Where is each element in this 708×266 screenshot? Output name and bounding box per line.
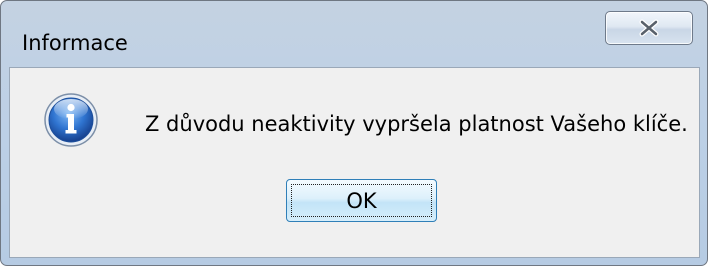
dialog-body: Z důvodu neaktivity vypršela platnost Va… xyxy=(9,67,700,258)
close-icon xyxy=(639,19,659,37)
ok-button-label: OK xyxy=(346,189,377,213)
dialog-title: Informace xyxy=(22,31,128,55)
dialog-window: Informace Z důvodu neaktivity vypršela p… xyxy=(0,0,708,266)
title-bar[interactable]: Informace xyxy=(1,1,707,61)
information-icon xyxy=(44,93,98,147)
ok-button[interactable]: OK xyxy=(286,179,437,222)
dialog-message: Z důvodu neaktivity vypršela platnost Va… xyxy=(145,112,688,136)
close-button[interactable] xyxy=(605,11,693,45)
